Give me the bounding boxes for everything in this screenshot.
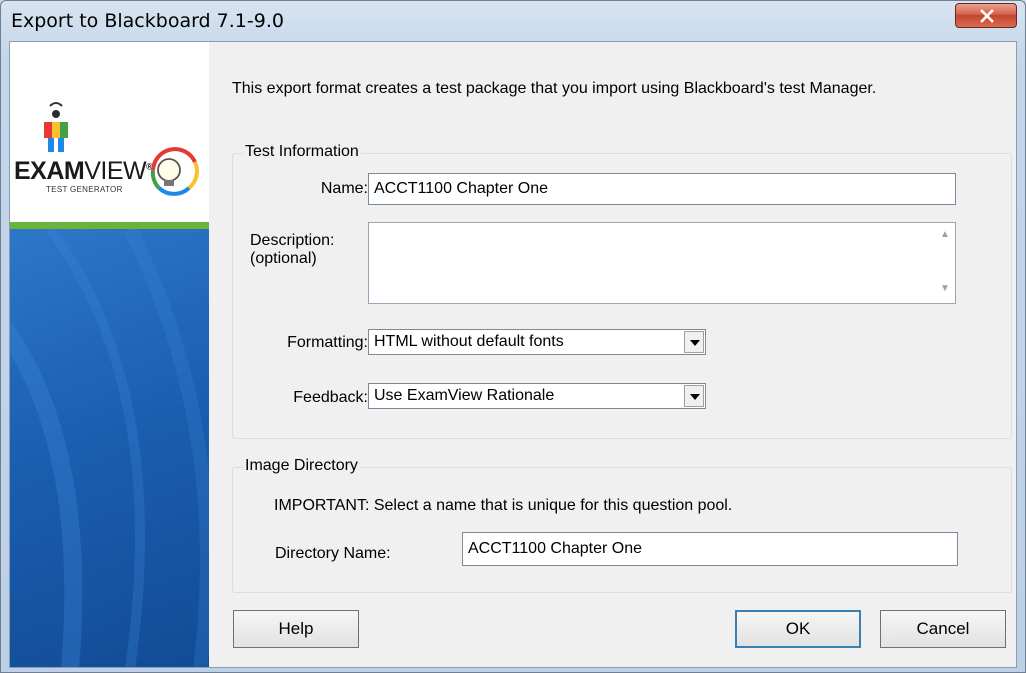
close-button[interactable] xyxy=(955,3,1017,28)
intro-text: This export format creates a test packag… xyxy=(232,80,877,97)
feedback-label: Feedback: xyxy=(293,389,368,406)
formatting-dropdown-button[interactable] xyxy=(684,331,704,353)
title-bar[interactable]: Export to Blackboard 7.1-9.0 xyxy=(1,1,1025,41)
window-title: Export to Blackboard 7.1-9.0 xyxy=(11,10,284,32)
description-label-line2: (optional) xyxy=(250,250,317,267)
description-textarea[interactable]: ▲ ▼ xyxy=(368,222,956,304)
description-label-line1: Description: xyxy=(250,232,335,249)
formatting-label: Formatting: xyxy=(287,334,368,351)
logo-wordmark: EXAMVIEW® xyxy=(14,157,153,186)
directory-name-input[interactable] xyxy=(462,532,958,566)
feedback-dropdown-button[interactable] xyxy=(684,385,704,407)
test-name-input[interactable] xyxy=(368,173,956,205)
description-label: Description: (optional) xyxy=(250,232,370,268)
export-dialog-window: Export to Blackboard 7.1-9.0 EXAMVIEW® T… xyxy=(0,0,1026,673)
logo-area: EXAMVIEW® TEST GENERATOR xyxy=(10,42,209,222)
feedback-select[interactable]: Use ExamView Rationale xyxy=(368,383,706,409)
brand-green-strip xyxy=(10,222,209,229)
dialog-client-area: EXAMVIEW® TEST GENERATOR This export for… xyxy=(9,41,1017,668)
unique-name-notice: IMPORTANT: Select a name that is unique … xyxy=(274,497,733,514)
logo-subtitle: TEST GENERATOR xyxy=(46,185,123,194)
scroll-down-icon[interactable]: ▼ xyxy=(937,283,953,297)
close-icon xyxy=(980,9,994,23)
ok-button[interactable]: OK xyxy=(735,610,861,648)
formatting-select[interactable]: HTML without default fonts xyxy=(368,329,706,355)
feedback-selected-value: Use ExamView Rationale xyxy=(374,387,555,404)
test-information-legend: Test Information xyxy=(243,143,361,161)
brand-blue-area xyxy=(10,225,209,667)
directory-name-label: Directory Name: xyxy=(275,545,391,562)
image-directory-group: Image Directory xyxy=(232,457,1012,593)
image-directory-legend: Image Directory xyxy=(243,457,360,475)
help-button[interactable]: Help xyxy=(233,610,359,648)
chevron-down-icon xyxy=(690,394,700,400)
name-label: Name: xyxy=(320,180,368,197)
decorative-swoosh xyxy=(10,225,209,667)
lightbulb-icon xyxy=(150,147,199,196)
cancel-button[interactable]: Cancel xyxy=(880,610,1006,648)
formatting-selected-value: HTML without default fonts xyxy=(374,333,564,350)
logo-wordmark-thin: VIEW xyxy=(84,157,147,185)
chevron-down-icon xyxy=(690,340,700,346)
examview-figure-icon xyxy=(44,102,68,152)
logo-wordmark-bold: EXAM xyxy=(14,157,85,185)
scroll-up-icon[interactable]: ▲ xyxy=(937,229,953,243)
brand-panel: EXAMVIEW® TEST GENERATOR xyxy=(10,42,209,667)
